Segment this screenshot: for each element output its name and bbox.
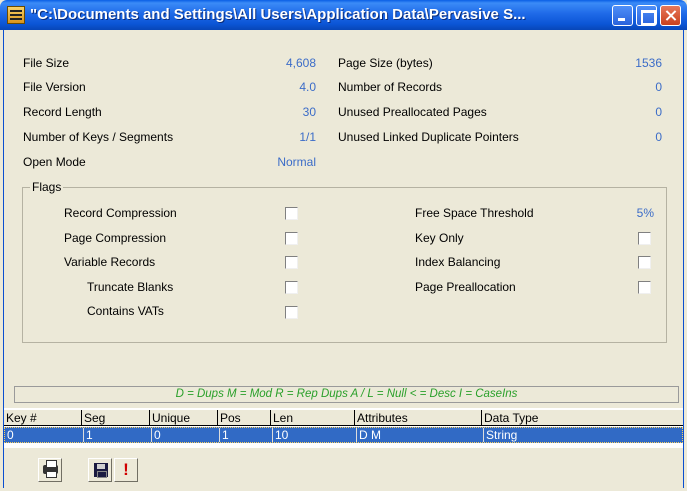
column-header-len[interactable]: Len: [271, 410, 355, 426]
cell-unique: 0: [151, 428, 219, 442]
attribute-legend: D = Dups M = Mod R = Rep Dups A / L = Nu…: [14, 386, 679, 403]
page-compression-checkbox[interactable]: [285, 232, 298, 245]
open-mode-value: Normal: [277, 155, 316, 169]
floppy-disk-icon: [94, 463, 108, 478]
printer-icon: [43, 460, 58, 478]
title-bar[interactable]: "C:\Documents and Settings\All Users\App…: [0, 0, 687, 30]
key-only-label: Key Only: [415, 231, 464, 245]
print-button[interactable]: [38, 458, 62, 482]
free-space-threshold-label: Free Space Threshold: [415, 206, 534, 220]
flags-group-title: Flags: [30, 180, 64, 194]
cell-pos: 1: [219, 428, 272, 442]
exclamation-icon: !: [123, 460, 129, 479]
file-size-label: File Size: [23, 56, 70, 70]
number-of-records-label: Number of Records: [338, 80, 443, 94]
page-preallocation-label: Page Preallocation: [415, 280, 516, 294]
key-segment-grid[interactable]: Key # Seg Unique Pos Len Attributes Data…: [4, 408, 683, 448]
record-compression-checkbox[interactable]: [285, 207, 298, 220]
unused-preallocated-pages-label: Unused Preallocated Pages: [338, 105, 487, 119]
key-only-checkbox[interactable]: [638, 232, 651, 245]
column-header-pos[interactable]: Pos: [218, 410, 271, 426]
column-header-key[interactable]: Key #: [4, 410, 82, 426]
variable-records-checkbox[interactable]: [285, 256, 298, 269]
file-statistics-window: "C:\Documents and Settings\All Users\App…: [0, 0, 687, 491]
truncate-blanks-checkbox[interactable]: [285, 281, 298, 294]
contains-vats-label: Contains VATs: [87, 304, 164, 318]
page-size-value: 1536: [635, 56, 662, 70]
keys-segments-label: Number of Keys / Segments: [23, 130, 174, 144]
close-button[interactable]: [660, 5, 681, 26]
cell-len: 10: [272, 428, 356, 442]
unused-preallocated-pages-value: 0: [655, 105, 662, 119]
page-compression-label: Page Compression: [64, 231, 167, 245]
file-size-value: 4,608: [285, 56, 316, 70]
table-row[interactable]: 0 1 0 1 10 D M String: [4, 427, 683, 443]
variable-records-label: Variable Records: [64, 255, 156, 269]
unused-linked-duplicate-pointers-label: Unused Linked Duplicate Pointers: [338, 130, 519, 144]
save-button[interactable]: [88, 458, 112, 482]
client-area: File Size 4,608 File Version 4.0 Record …: [3, 30, 684, 488]
record-compression-label: Record Compression: [64, 206, 177, 220]
minimize-button[interactable]: [612, 5, 633, 26]
contains-vats-checkbox[interactable]: [285, 306, 298, 319]
free-space-threshold-value: 5%: [636, 206, 654, 220]
record-length-value: 30: [302, 105, 316, 119]
app-icon[interactable]: [7, 6, 25, 24]
alert-button[interactable]: !: [114, 458, 138, 482]
open-mode-label: Open Mode: [23, 155, 86, 169]
cell-data-type: String: [483, 428, 682, 442]
grid-header: Key # Seg Unique Pos Len Attributes Data…: [4, 410, 683, 426]
cell-attributes: D M: [356, 428, 483, 442]
truncate-blanks-label: Truncate Blanks: [87, 280, 174, 294]
column-header-unique[interactable]: Unique: [150, 410, 218, 426]
maximize-button[interactable]: [636, 5, 657, 26]
page-size-label: Page Size (bytes): [338, 56, 433, 70]
index-balancing-label: Index Balancing: [415, 255, 501, 269]
file-version-value: 4.0: [299, 80, 316, 94]
unused-linked-duplicate-pointers-value: 0: [655, 130, 662, 144]
file-version-label: File Version: [23, 80, 86, 94]
column-header-data-type[interactable]: Data Type: [482, 410, 683, 426]
cell-seg: 1: [83, 428, 151, 442]
record-length-label: Record Length: [23, 105, 102, 119]
column-header-seg[interactable]: Seg: [82, 410, 150, 426]
window-title: "C:\Documents and Settings\All Users\App…: [30, 6, 526, 23]
cell-key: 0: [7, 428, 14, 442]
number-of-records-value: 0: [655, 80, 662, 94]
keys-segments-value: 1/1: [299, 130, 316, 144]
page-preallocation-checkbox[interactable]: [638, 281, 651, 294]
index-balancing-checkbox[interactable]: [638, 256, 651, 269]
column-header-attributes[interactable]: Attributes: [355, 410, 482, 426]
